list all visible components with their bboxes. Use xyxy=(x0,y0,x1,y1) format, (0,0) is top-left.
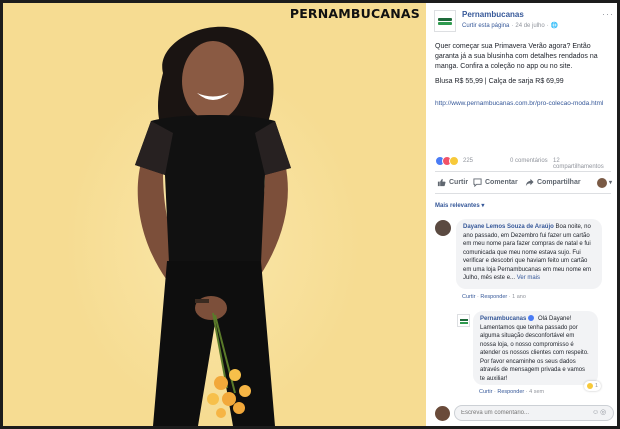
comment-input[interactable] xyxy=(454,405,614,421)
comment-button[interactable]: Comentar xyxy=(473,178,518,187)
comment-time[interactable]: 1 ano xyxy=(512,294,526,300)
post-header: Pernambucanas Curtir esta página · 24 de j… xyxy=(434,9,614,35)
post-price: Blusa R$ 55,99 | Calça de sarja R$ 69,99 xyxy=(435,78,564,85)
share-button[interactable]: Compartilhar xyxy=(525,178,581,187)
verified-badge-icon xyxy=(528,315,535,322)
reply-actions: Curtir · Responder · 4 sem xyxy=(479,389,545,395)
comments-count[interactable]: 0 comentários xyxy=(510,158,548,164)
comment-text: Boa noite, no ano passado, em Dezembro f… xyxy=(463,224,592,281)
facebook-photo-viewer: PERNAMBUCANAS Pernambucanas Curtir esta … xyxy=(3,3,617,426)
haha-reaction-icon xyxy=(587,383,593,389)
model-illustration xyxy=(135,26,291,426)
divider xyxy=(435,171,611,172)
like-button[interactable]: Curtir xyxy=(437,178,468,187)
emoji-icon[interactable]: ☺ xyxy=(592,409,600,416)
composer-icons: ☺◎ xyxy=(592,408,607,416)
reply-bubble: Pernambucanas Olá Dayane! Lamentamos que… xyxy=(473,311,598,385)
post-side-panel: Pernambucanas Curtir esta página · 24 de j… xyxy=(426,3,617,426)
globe-icon: 🌐 xyxy=(550,23,559,29)
divider xyxy=(435,193,611,194)
post-date[interactable]: 24 de julho xyxy=(515,23,544,29)
reply-time[interactable]: 4 sem xyxy=(529,389,544,395)
haha-reaction-icon[interactable] xyxy=(449,156,459,166)
brand-logo: PERNAMBUCANAS xyxy=(289,6,420,21)
comment-icon xyxy=(473,178,482,187)
comment-bubble: Dayane Lemos Souza de Araújo Boa noite, … xyxy=(456,219,602,289)
share-icon xyxy=(525,178,534,187)
follow-page-link[interactable]: Curtir esta página xyxy=(462,23,509,29)
shares-count[interactable]: 12 compartilhamentos xyxy=(553,158,611,170)
chevron-down-icon[interactable]: ▾ xyxy=(609,179,612,186)
comment-actions: Curtir · Responder · 1 ano xyxy=(462,294,526,300)
thumbs-up-icon xyxy=(437,178,446,187)
reply-greeting: Olá Dayane! xyxy=(538,316,572,322)
comment-reply-link[interactable]: Responder xyxy=(480,294,507,300)
reply-author[interactable]: Pernambucanas xyxy=(480,316,526,322)
reactor-avatar[interactable] xyxy=(597,178,607,188)
camera-icon[interactable]: ◎ xyxy=(600,409,607,416)
comment-author[interactable]: Dayane Lemos Souza de Araújo xyxy=(463,224,554,230)
ellipsis-icon[interactable]: ··· xyxy=(602,9,614,19)
post-subtitle: Curtir esta página · 24 de julho · 🌐 xyxy=(462,23,559,29)
post-actions: Curtir Comentar Compartilhar ▾ xyxy=(435,176,612,190)
comment-like-link[interactable]: Curtir xyxy=(462,294,475,300)
post-text: Quer começar sua Primavera Verão agora? … xyxy=(435,43,598,70)
post-link[interactable]: http://www.pernambucanas.com.br/pro-cole… xyxy=(435,99,611,108)
page-reply-avatar[interactable] xyxy=(457,314,470,327)
reactions-summary: 225 0 comentários 12 compartilhamentos xyxy=(435,156,611,170)
reply-reply-link[interactable]: Responder xyxy=(497,389,524,395)
reply-reaction-badge[interactable]: 1 xyxy=(584,381,602,391)
reaction-count[interactable]: 225 xyxy=(463,158,473,164)
current-user-avatar xyxy=(435,406,450,421)
post-photo[interactable]: PERNAMBUCANAS xyxy=(3,3,426,426)
comment-sort-dropdown[interactable]: Mais relevantes ▾ xyxy=(435,202,484,209)
page-name-link[interactable]: Pernambucanas xyxy=(462,10,524,19)
reply-text: Lamentamos que tenha passado por alguma … xyxy=(480,324,589,382)
reply-like-link[interactable]: Curtir xyxy=(479,389,492,395)
commenter-avatar[interactable] xyxy=(435,220,451,236)
see-more-link[interactable]: Ver mais xyxy=(517,275,540,281)
reply-reaction-count: 1 xyxy=(595,383,599,389)
page-avatar[interactable] xyxy=(434,10,456,32)
